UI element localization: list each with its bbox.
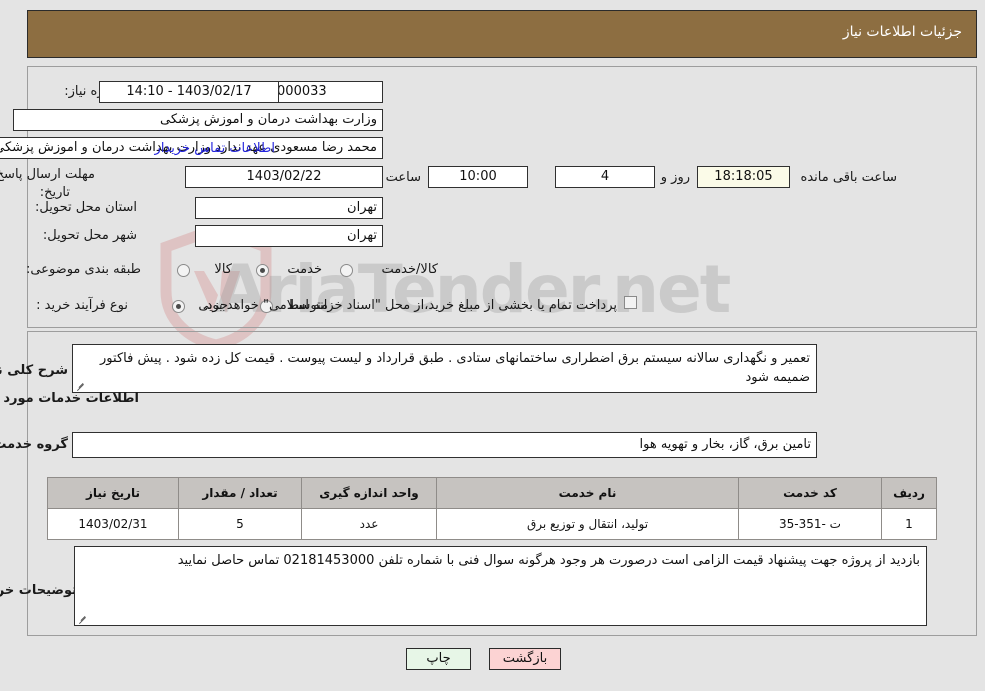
page-root: AriaTender.net جزئیات اطلاعات نیاز شماره… xyxy=(0,0,985,691)
buyer-contact-link[interactable]: اطلاعات تماس خریدار xyxy=(155,141,275,156)
treasury-bonds-checkbox[interactable] xyxy=(624,296,637,309)
category-option-label-2: کالا/خدمت xyxy=(381,262,438,277)
cell-code: ت -351-35 xyxy=(738,508,882,540)
service-group-value: تامین برق، گاز، بخار و تهویه هوا xyxy=(72,432,817,458)
column-header-unit: واحد اندازه گیری xyxy=(301,477,437,509)
remaining-days-value: 4 xyxy=(555,166,655,188)
deadline-hour-value: 10:00 xyxy=(428,166,528,188)
table-row: 1 ت -351-35 تولید، انتقال و توزیع برق عد… xyxy=(47,508,937,540)
buyer-notes-value: بازدید از پروژه جهت پیشنهاد قیمت الزامی … xyxy=(177,553,920,568)
column-header-quantity: تعداد / مقدار xyxy=(178,477,302,509)
remaining-time-label: ساعت باقی مانده xyxy=(800,170,897,185)
category-label: طبقه بندی موضوعی: xyxy=(25,262,141,277)
buyer-notes-textarea[interactable]: بازدید از پروژه جهت پیشنهاد قیمت الزامی … xyxy=(74,546,927,626)
cell-unit: عدد xyxy=(301,508,437,540)
services-table: ردیف کد خدمت نام خدمت واحد اندازه گیری ت… xyxy=(47,477,937,540)
description-label: شرح کلی نیاز: xyxy=(0,363,68,378)
deadline-date-value: 1403/02/22 xyxy=(185,166,383,188)
province-value: تهران xyxy=(195,197,383,219)
remaining-clock-value: 18:18:05 xyxy=(697,166,790,188)
services-section-title: اطلاعات خدمات مورد نیاز xyxy=(0,391,139,406)
remaining-days-label: روز و xyxy=(660,170,690,185)
back-button[interactable]: بازگشت xyxy=(489,648,561,670)
print-button[interactable]: چاپ xyxy=(406,648,471,670)
process-label: نوع فرآیند خرید : xyxy=(36,298,128,313)
treasury-bonds-note: پرداخت تمام یا بخشی از مبلغ خرید،از محل … xyxy=(202,298,617,313)
service-group-label: گروه خدمت: xyxy=(0,437,68,452)
column-header-name: نام خدمت xyxy=(436,477,739,509)
resize-grip-icon-notes[interactable] xyxy=(78,613,88,623)
page-title: جزئیات اطلاعات نیاز xyxy=(842,24,962,40)
description-textarea[interactable]: تعمیر و نگهداری سالانه سیستم برق اضطراری… xyxy=(72,344,817,393)
summary-panel xyxy=(27,66,977,328)
cell-row: 1 xyxy=(881,508,937,540)
deadline-label-line1: مهلت ارسال پاسخ: تا xyxy=(0,167,95,182)
category-radio-kala[interactable] xyxy=(177,264,190,277)
cell-quantity: 5 xyxy=(178,508,302,540)
cell-name: تولید، انتقال و توزیع برق xyxy=(436,508,739,540)
table-header-row: ردیف کد خدمت نام خدمت واحد اندازه گیری ت… xyxy=(47,477,937,509)
resize-grip-icon[interactable] xyxy=(76,380,86,390)
buyer-org-value: وزارت بهداشت درمان و اموزش پزشکی xyxy=(13,109,383,131)
column-header-row: ردیف xyxy=(881,477,937,509)
page-header-bar: جزئیات اطلاعات نیاز xyxy=(27,10,977,58)
cell-date: 1403/02/31 xyxy=(47,508,179,540)
city-value: تهران xyxy=(195,225,383,247)
deadline-label-line2: تاریخ: xyxy=(39,185,70,200)
category-radio-kala-khedmat[interactable] xyxy=(340,264,353,277)
category-radio-khedmat[interactable] xyxy=(256,264,269,277)
city-label: شهر محل تحویل: xyxy=(42,228,137,243)
category-option-label-1: خدمت xyxy=(287,262,322,277)
description-value: تعمیر و نگهداری سالانه سیستم برق اضطراری… xyxy=(100,351,810,385)
process-radio-jozei[interactable] xyxy=(172,300,185,313)
column-header-date: تاریخ نیاز xyxy=(47,477,179,509)
category-option-label-0: کالا xyxy=(214,262,232,277)
buyer-notes-label: توضیحات خریدار: xyxy=(0,583,77,598)
province-label: استان محل تحویل: xyxy=(35,200,137,215)
deadline-hour-label: ساعت xyxy=(385,170,421,185)
announce-datetime-value: 1403/02/17 - 14:10 xyxy=(99,81,279,103)
column-header-code: کد خدمت xyxy=(738,477,882,509)
